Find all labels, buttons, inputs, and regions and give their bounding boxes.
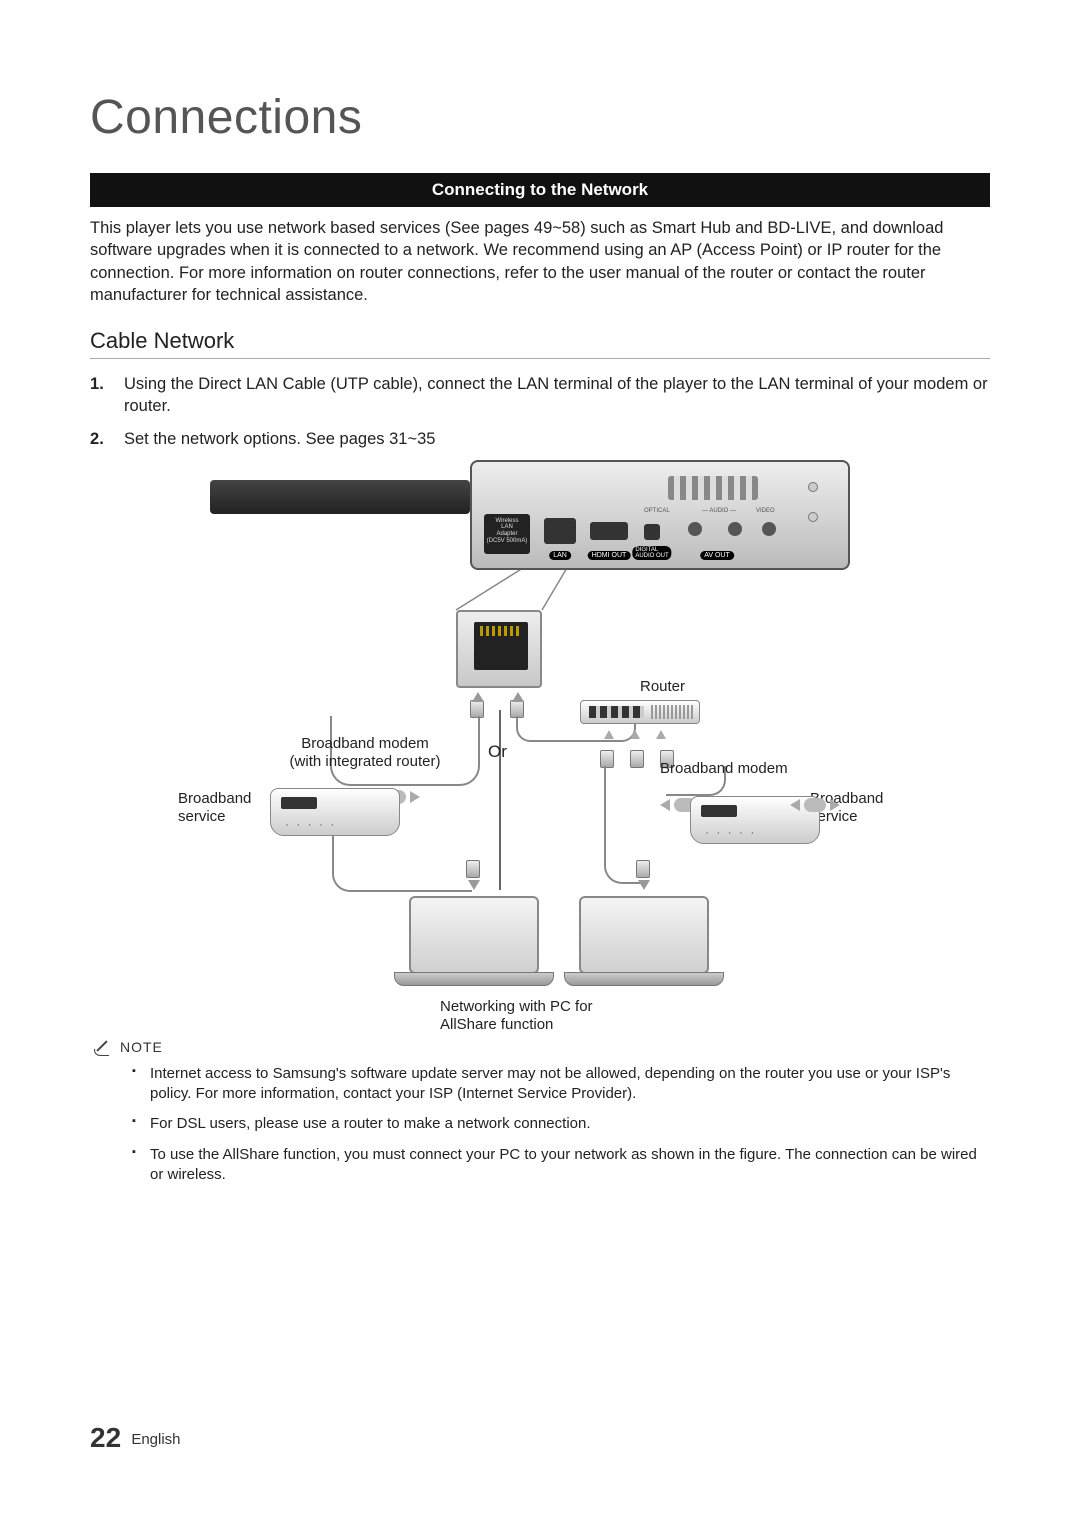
note-item: To use the AllShare function, you must c…: [132, 1145, 990, 1186]
lan-label: LAN: [549, 551, 571, 560]
audio-jack: [688, 522, 702, 536]
note-item: Internet access to Samsung's software up…: [132, 1064, 990, 1105]
step-item: Using the Direct LAN Cable (UTP cable), …: [90, 373, 990, 418]
laptop-icon: [394, 896, 554, 996]
screw-icon: [808, 482, 818, 492]
video-label: VIDEO: [756, 508, 775, 514]
laptop-icon: [564, 896, 724, 996]
hdmi-label: HDMI OUT: [588, 551, 631, 560]
hdmi-port: [590, 522, 628, 540]
optical-label: OPTICAL: [644, 508, 670, 514]
page-number: 22: [90, 1422, 121, 1453]
broadband-link-icon: [790, 798, 840, 812]
broadband-service-label: Broadband service: [178, 790, 274, 826]
video-jack: [762, 522, 776, 536]
chapter-title: Connections: [90, 90, 990, 145]
player-rear-panel: Wireless LAN Adapter (DC5V 500mA) LAN HD…: [470, 460, 850, 570]
page-language: English: [131, 1431, 180, 1448]
arrow-up-icon: [604, 730, 666, 739]
avout-label: AV OUT: [700, 551, 734, 560]
allshare-caption: Networking with PC for AllShare function: [440, 998, 660, 1034]
note-list: Internet access to Samsung's software up…: [90, 1064, 990, 1185]
audio-label: — AUDIO —: [702, 508, 736, 514]
cable-line: [332, 836, 472, 892]
step-item: Set the network options. See pages 31~35: [90, 428, 990, 450]
vent-icon: [668, 476, 758, 500]
audio-jack: [728, 522, 742, 536]
router-label: Router: [640, 678, 685, 696]
arrow-up-icon: [472, 692, 484, 702]
player-body-icon: [210, 480, 470, 514]
sub-heading: Cable Network: [90, 328, 990, 359]
arrow-down-icon: [638, 880, 650, 890]
rj45-closeup-icon: [456, 610, 542, 688]
page-footer: 22 English: [90, 1422, 181, 1454]
modem-icon: [270, 788, 400, 836]
broadband-modem-integrated-label: Broadband modem (with integrated router): [270, 735, 460, 771]
network-diagram: Wireless LAN Adapter (DC5V 500mA) LAN HD…: [150, 460, 930, 1020]
note-icon: [94, 1038, 112, 1056]
router-icon: [580, 700, 700, 724]
note-block: NOTE Internet access to Samsung's softwa…: [90, 1038, 990, 1185]
arrow-down-icon: [468, 880, 480, 890]
digital-audio-port: [644, 524, 660, 540]
arrow-up-icon: [512, 692, 524, 702]
step-list: Using the Direct LAN Cable (UTP cable), …: [90, 373, 990, 450]
cable-plug-icon: [466, 860, 480, 878]
lan-port: [544, 518, 576, 544]
intro-paragraph: This player lets you use network based s…: [90, 217, 990, 306]
note-label: NOTE: [120, 1039, 163, 1055]
note-item: For DSL users, please use a router to ma…: [132, 1114, 990, 1134]
or-label: Or: [488, 742, 507, 762]
digital-audio-label: DIGITAL AUDIO OUT: [632, 546, 671, 560]
section-bar: Connecting to the Network: [90, 173, 990, 207]
cable-plug-icon: [636, 860, 650, 878]
broadband-modem-label: Broadband modem: [660, 760, 840, 778]
